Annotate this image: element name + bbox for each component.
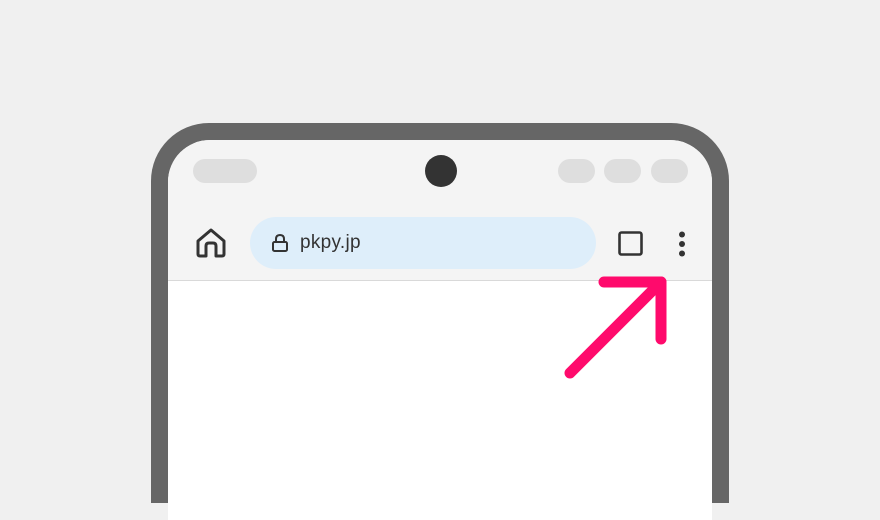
status-icon-placeholder [558,159,595,183]
address-bar[interactable]: pkpy.jp [250,217,596,269]
home-icon [196,228,226,258]
lock-icon [272,233,288,252]
home-button[interactable] [194,226,228,260]
address-bar-url: pkpy.jp [300,232,361,253]
tabs-button[interactable] [618,231,643,256]
status-icon-placeholder [651,159,688,183]
browser-toolbar: pkpy.jp [168,204,712,281]
more-vert-icon [679,231,685,257]
menu-button[interactable] [670,231,694,257]
status-bar [168,140,712,204]
front-camera [425,155,457,187]
phone-frame: pkpy.jp [151,123,729,520]
tabs-icon [618,231,643,256]
status-time-placeholder [193,159,257,183]
status-icon-placeholder [604,159,641,183]
phone-screen: pkpy.jp [168,140,712,520]
